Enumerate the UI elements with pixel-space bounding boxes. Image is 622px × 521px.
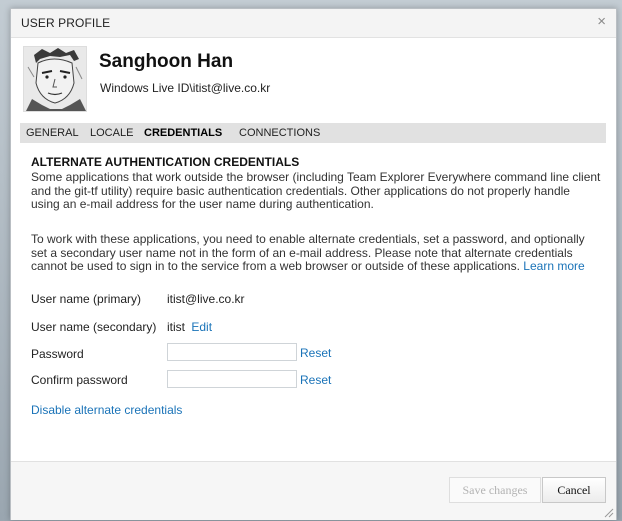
user-profile-dialog: USER PROFILE × Sanghoon Han Windows Live…	[10, 8, 617, 520]
reset-confirm-link[interactable]: Reset	[300, 373, 331, 387]
save-changes-button[interactable]: Save changes	[449, 477, 541, 503]
learn-more-link[interactable]: Learn more	[523, 259, 584, 273]
cancel-button[interactable]: Cancel	[542, 477, 606, 503]
note-paragraph: To work with these applications, you nee…	[31, 232, 601, 274]
password-label: Password	[31, 347, 84, 361]
edit-secondary-link[interactable]: Edit	[191, 320, 212, 334]
secondary-username-label: User name (secondary)	[31, 320, 157, 334]
dialog-footer: Save changes Cancel	[11, 461, 616, 520]
profile-name: Sanghoon Han	[99, 51, 234, 72]
dialog-title: USER PROFILE	[21, 16, 111, 30]
avatar-image	[24, 47, 86, 111]
tab-locale[interactable]: LOCALE	[90, 127, 133, 139]
primary-username-value: itist@live.co.kr	[167, 292, 245, 306]
confirm-password-label: Confirm password	[31, 373, 128, 387]
secondary-username-row: itist Edit	[167, 320, 212, 334]
tab-general[interactable]: GENERAL	[26, 127, 79, 139]
avatar	[23, 46, 87, 112]
note-text: To work with these applications, you nee…	[31, 232, 585, 273]
section-heading: ALTERNATE AUTHENTICATION CREDENTIALS	[31, 155, 300, 169]
secondary-username-value: itist	[167, 320, 185, 334]
dialog-titlebar: USER PROFILE ×	[11, 9, 616, 38]
password-field[interactable]	[167, 343, 297, 361]
intro-paragraph: Some applications that work outside the …	[31, 170, 601, 211]
primary-username-label: User name (primary)	[31, 292, 142, 306]
confirm-password-field[interactable]	[167, 370, 297, 388]
tab-connections[interactable]: CONNECTIONS	[239, 127, 320, 139]
profile-account: Windows Live ID\itist@live.co.kr	[100, 81, 271, 95]
profile-tabs: GENERAL LOCALE CREDENTIALS CONNECTIONS	[20, 123, 606, 143]
resize-grip-icon[interactable]	[604, 508, 614, 518]
disable-credentials-link[interactable]: Disable alternate credentials	[31, 403, 182, 418]
reset-password-link[interactable]: Reset	[300, 346, 331, 360]
tab-credentials[interactable]: CREDENTIALS	[144, 127, 222, 139]
close-icon[interactable]: ×	[597, 14, 606, 30]
